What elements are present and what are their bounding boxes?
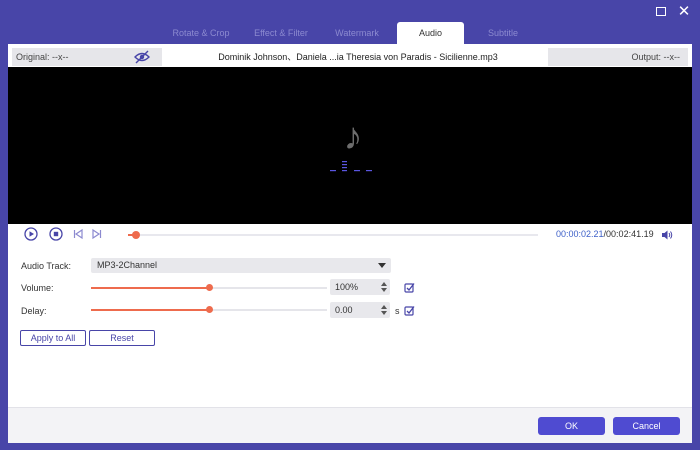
spin-up-icon[interactable] — [381, 305, 387, 309]
tab-subtitle[interactable]: Subtitle — [464, 22, 542, 44]
close-icon[interactable]: ✕ — [676, 4, 692, 20]
delay-label: Delay: — [21, 306, 47, 316]
volume-label: Volume: — [21, 283, 54, 293]
seek-handle[interactable] — [132, 231, 140, 239]
footer: OK Cancel — [8, 407, 692, 443]
audio-level-icon — [330, 161, 372, 172]
playback-bar: 00:00:02.21/00:02:41.19 — [8, 224, 692, 246]
file-name: Dominik Johnson、Daniela ...ia Theresia v… — [218, 52, 498, 62]
audio-track-select[interactable]: MP3-2Channel — [91, 258, 391, 273]
ok-button[interactable]: OK — [538, 417, 605, 435]
seek-track[interactable] — [128, 234, 538, 236]
tab-audio[interactable]: Audio — [397, 22, 464, 44]
delay-slider-handle[interactable] — [205, 306, 213, 313]
skip-back-icon[interactable] — [71, 227, 85, 241]
audio-track-value: MP3-2Channel — [97, 260, 158, 270]
eye-hidden-icon[interactable] — [134, 50, 150, 64]
apply-check-icon[interactable] — [404, 282, 415, 293]
volume-slider-handle[interactable] — [205, 284, 213, 291]
play-icon[interactable] — [24, 227, 38, 241]
tab-rotate-crop[interactable]: Rotate & Crop — [157, 22, 245, 44]
tab-effect-filter[interactable]: Effect & Filter — [239, 22, 323, 44]
spin-down-icon[interactable] — [381, 288, 387, 292]
preview-header: Original: --x-- Dominik Johnson、Daniela … — [8, 46, 692, 68]
cancel-button[interactable]: Cancel — [613, 417, 680, 435]
reset-button[interactable]: Reset — [89, 330, 155, 346]
output-label: Output: --x-- — [548, 48, 688, 66]
skip-forward-icon[interactable] — [90, 227, 104, 241]
volume-value: 100% — [335, 282, 359, 292]
total-time: /00:02:41.19 — [603, 229, 654, 239]
delay-value: 0.00 — [335, 305, 353, 315]
delay-slider-fill — [91, 309, 209, 311]
preview-area: ♪ — [8, 67, 692, 224]
apply-check-icon[interactable] — [404, 305, 415, 316]
original-info: Original: --x-- — [12, 48, 162, 66]
volume-slider-fill — [91, 287, 209, 289]
music-note-icon: ♪ — [343, 116, 363, 158]
maximize-icon[interactable] — [653, 4, 669, 20]
time-display: 00:00:02.21/00:02:41.19 — [556, 229, 654, 239]
volume-icon[interactable] — [661, 229, 673, 241]
apply-to-all-button[interactable]: Apply to All — [20, 330, 86, 346]
delay-input[interactable]: 0.00 — [330, 302, 390, 318]
stop-icon[interactable] — [49, 227, 63, 241]
volume-input[interactable]: 100% — [330, 279, 390, 295]
spin-down-icon[interactable] — [381, 311, 387, 315]
chevron-down-icon — [378, 263, 386, 268]
tab-watermark[interactable]: Watermark — [319, 22, 395, 44]
spin-up-icon[interactable] — [381, 282, 387, 286]
current-time: 00:00:02.21 — [556, 229, 604, 239]
main-panel: Original: --x-- Dominik Johnson、Daniela … — [8, 44, 692, 443]
original-label: Original: --x-- — [16, 52, 69, 62]
audio-track-label: Audio Track: — [21, 261, 72, 271]
title-bar: ✕ Rotate & Crop Effect & Filter Watermar… — [0, 0, 700, 44]
delay-unit: s — [395, 306, 400, 316]
